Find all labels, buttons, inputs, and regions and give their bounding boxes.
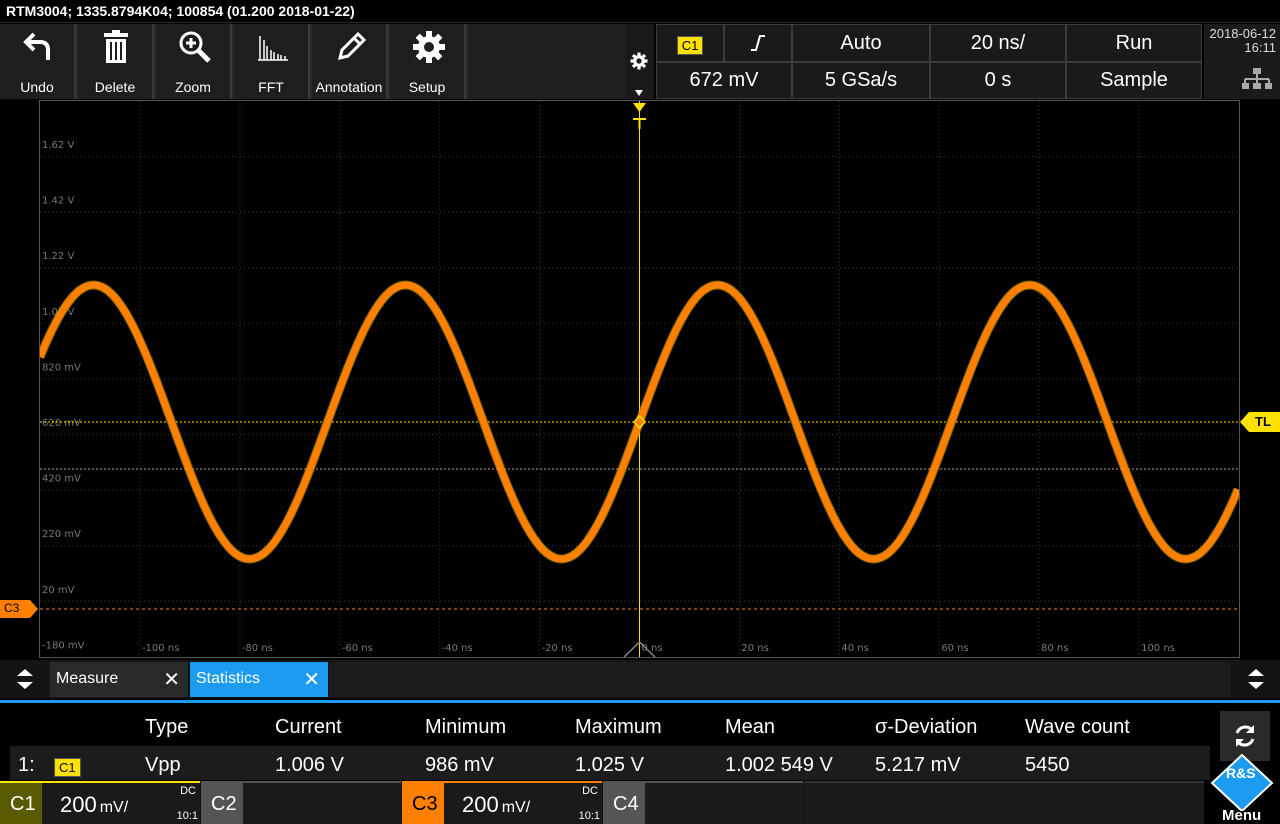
x-tick-label: -40 ns bbox=[442, 643, 473, 654]
setup-button[interactable]: Setup bbox=[390, 24, 466, 99]
y-tick-label: -180 mV bbox=[42, 640, 85, 651]
timebase[interactable]: 20 ns/ bbox=[930, 24, 1066, 62]
device-title: RTM3004; 1335.8794K04; 100854 (01.200 20… bbox=[6, 3, 355, 19]
toolbar-spacer bbox=[468, 24, 626, 99]
y-tick-label: 220 mV bbox=[42, 529, 81, 540]
statistics-content: Type Current Minimum Maximum Mean σ-Devi… bbox=[18, 716, 1130, 777]
rising-edge-icon bbox=[751, 35, 765, 51]
time: 16:11 bbox=[1244, 40, 1276, 55]
channel-c2[interactable]: C2 bbox=[201, 781, 401, 824]
trigger-source[interactable]: C1 bbox=[656, 24, 724, 62]
refresh-icon bbox=[1235, 725, 1255, 747]
trigger-level[interactable]: 672 mV bbox=[656, 62, 792, 99]
channel-c1[interactable]: C1 200 mV/ DC 10:1 bbox=[0, 781, 200, 824]
x-tick-label: 0 ns bbox=[642, 643, 663, 654]
acquisition-mode[interactable]: Sample bbox=[1066, 62, 1202, 99]
x-tick-label: 40 ns bbox=[841, 643, 868, 654]
tab-bar-filler bbox=[330, 662, 1230, 697]
y-tick-label: 20 mV bbox=[42, 585, 75, 596]
waveform-display: 1.62 V1.42 V1.22 V1.02 V820 mV620 mV420 … bbox=[40, 101, 1239, 657]
channel-c3[interactable]: C3 200 mV/ DC 10:1 bbox=[402, 781, 602, 824]
zoom-button[interactable]: Zoom bbox=[156, 24, 232, 99]
annotation-button[interactable]: Annotation bbox=[312, 24, 388, 99]
tab-measure[interactable]: Measure ✕ bbox=[50, 662, 188, 697]
x-tick-label: -60 ns bbox=[342, 643, 373, 654]
fft-icon bbox=[258, 36, 288, 61]
undo-icon bbox=[23, 32, 50, 60]
y-tick-label: 1.62 V bbox=[42, 140, 74, 151]
trigger-time-tick bbox=[633, 118, 646, 129]
fft-button[interactable]: FFT bbox=[234, 24, 310, 99]
trash-icon bbox=[104, 30, 128, 63]
datetime: 2018-06-12 16:11 bbox=[1204, 24, 1280, 99]
y-tick-label: 1.42 V bbox=[42, 196, 74, 207]
date: 2018-06-12 bbox=[1209, 26, 1277, 41]
toolbar: Undo Delete Zoom FFT Annotation Setup bbox=[0, 24, 626, 99]
channel-c4[interactable]: C4 bbox=[603, 781, 803, 824]
row-minimum: 986 mV bbox=[425, 754, 494, 776]
row-maximum: 1.025 V bbox=[575, 754, 644, 776]
network-icon bbox=[1242, 68, 1272, 89]
close-icon[interactable]: ✕ bbox=[163, 667, 180, 692]
y-tick-label: 620 mV bbox=[42, 418, 81, 429]
x-tick-label: -20 ns bbox=[542, 643, 573, 654]
trigger-level-marker-label: TL bbox=[1255, 414, 1271, 429]
pencil-icon bbox=[337, 31, 367, 61]
row-channel-badge: C1 bbox=[54, 758, 81, 777]
updown-arrows-icon[interactable] bbox=[14, 667, 36, 691]
dropdown-arrow-icon bbox=[635, 90, 643, 96]
settings-dropdown[interactable] bbox=[626, 24, 654, 99]
waveform-grid[interactable]: 1.62 V 1.42 V 1.22 V 1.02 V 820 mV 620 mV 420 … bbox=[39, 100, 1240, 658]
c3-marker-label: C3 bbox=[4, 601, 20, 615]
zoom-icon bbox=[179, 31, 211, 63]
rs-logo-icon bbox=[1210, 753, 1274, 811]
x-tick-label: 20 ns bbox=[741, 643, 768, 654]
y-tick-label: 1.22 V bbox=[42, 251, 74, 262]
delete-button[interactable]: Delete bbox=[78, 24, 154, 99]
x-tick-label: 80 ns bbox=[1041, 643, 1068, 654]
x-tick-label: -100 ns bbox=[142, 643, 179, 654]
trigger-slope[interactable] bbox=[724, 24, 792, 62]
tab-statistics[interactable]: Statistics ✕ bbox=[190, 662, 328, 697]
undo-button[interactable]: Undo bbox=[0, 24, 76, 99]
trigger-time-marker bbox=[633, 103, 646, 112]
gear-icon bbox=[630, 52, 648, 70]
row-mean: 1.002 549 V bbox=[725, 754, 833, 776]
x-tick-label: 60 ns bbox=[941, 643, 968, 654]
updown-arrows-icon[interactable] bbox=[1245, 667, 1267, 691]
title-bar: RTM3004; 1335.8794K04; 100854 (01.200 20… bbox=[0, 0, 1280, 23]
run-stop[interactable]: Run bbox=[1066, 24, 1202, 62]
rs-logo-text: R&S bbox=[1226, 765, 1256, 781]
measurement-tab-bar: Measure ✕ Statistics ✕ bbox=[0, 660, 1280, 698]
row-sdev: 5.217 mV bbox=[875, 754, 961, 776]
sample-rate[interactable]: 5 GSa/s bbox=[792, 62, 930, 99]
y-tick-label: 420 mV bbox=[42, 474, 81, 485]
trigger-channel-badge: C1 bbox=[676, 36, 704, 55]
trigger-mode[interactable]: Auto bbox=[792, 24, 930, 62]
row-current: 1.006 V bbox=[275, 754, 344, 776]
horizontal-position[interactable]: 0 s bbox=[930, 62, 1066, 99]
x-tick-label: -80 ns bbox=[242, 643, 273, 654]
row-count: 5450 bbox=[1025, 754, 1070, 776]
x-tick-label: 100 ns bbox=[1141, 643, 1175, 654]
menu-button[interactable]: R&S Menu bbox=[1204, 753, 1280, 824]
row-index: 1: bbox=[18, 754, 35, 776]
y-tick-label: 820 mV bbox=[42, 362, 81, 373]
gear-icon bbox=[413, 31, 445, 63]
close-icon[interactable]: ✕ bbox=[303, 667, 320, 692]
row-type: Vpp bbox=[145, 754, 181, 776]
channel-bar: C1 200 mV/ DC 10:1 C2 C3 200 mV/ DC 10:1 C… bbox=[0, 753, 1280, 824]
channel-bar-filler bbox=[804, 781, 1204, 824]
